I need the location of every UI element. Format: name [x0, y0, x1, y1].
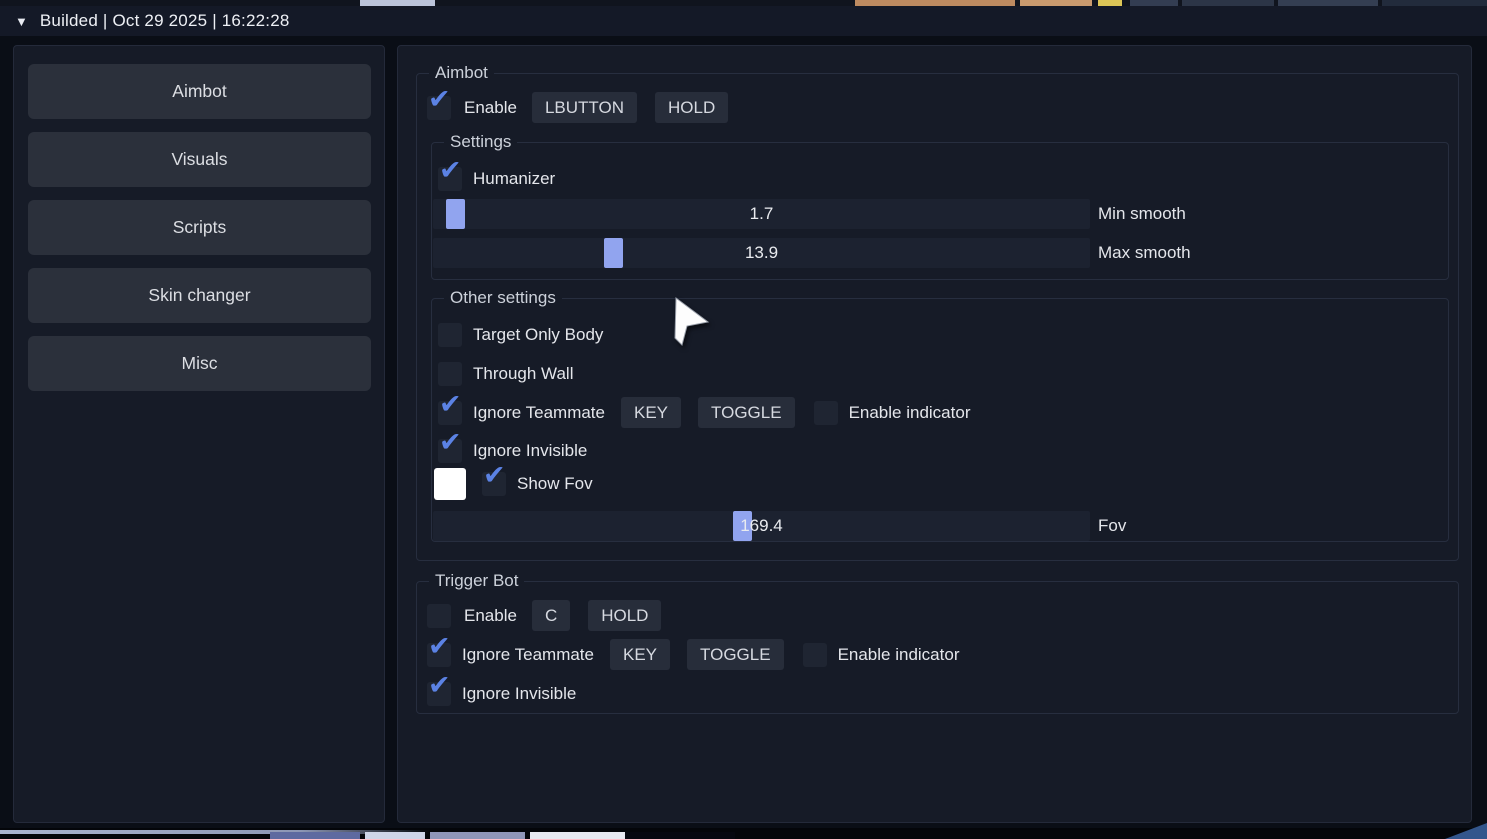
- show-fov-row: ✔ Show Fov: [434, 467, 593, 501]
- trigger-ignore-teammate-label: Ignore Teammate: [462, 645, 594, 665]
- trigger-keybind-button[interactable]: C: [532, 600, 570, 631]
- game-pixels: [625, 832, 735, 839]
- max-smooth-slider[interactable]: 13.9: [433, 238, 1090, 268]
- show-fov-label: Show Fov: [517, 474, 593, 494]
- fov-slider-row: 169.4 Fov: [433, 511, 1126, 541]
- fov-value: 169.4: [433, 511, 1090, 541]
- fov-slider[interactable]: 169.4: [433, 511, 1090, 541]
- trigger-enable-checkbox[interactable]: ✔: [427, 604, 451, 628]
- trigger-bot-group-legend: Trigger Bot: [429, 571, 524, 591]
- sidebar-item-misc[interactable]: Misc: [28, 336, 371, 391]
- game-pixels: [270, 832, 360, 839]
- ignore-teammate-label: Ignore Teammate: [473, 403, 605, 423]
- check-icon: ✔: [483, 462, 506, 489]
- game-background-bottom: [0, 828, 1487, 839]
- aimbot-ignore-teammate-row: ✔ Ignore Teammate KEY TOGGLE ✔ Enable in…: [438, 397, 970, 428]
- trigger-enable-row: ✔ Enable C HOLD: [427, 600, 661, 631]
- min-smooth-label: Min smooth: [1098, 204, 1186, 224]
- enable-indicator-checkbox[interactable]: ✔: [814, 401, 838, 425]
- min-smooth-slider[interactable]: 1.7: [433, 199, 1090, 229]
- check-icon: ✔: [439, 157, 462, 184]
- check-icon: ✔: [428, 672, 451, 699]
- show-fov-checkbox[interactable]: ✔: [482, 472, 506, 496]
- sidebar-item-scripts[interactable]: Scripts: [28, 200, 371, 255]
- target-only-body-row: ✔ Target Only Body: [438, 319, 603, 350]
- collapse-caret-icon[interactable]: ▼: [15, 14, 28, 29]
- trigger-ignore-invisible-row: ✔ Ignore Invisible: [427, 678, 576, 709]
- cheat-menu-screen: ▼ Builded | Oct 29 2025 | 16:22:28 Aimbo…: [0, 0, 1487, 839]
- other-settings-group-legend: Other settings: [444, 288, 562, 308]
- trigger-keymode-button[interactable]: HOLD: [588, 600, 661, 631]
- ignore-teammate-keymode-button[interactable]: TOGGLE: [698, 397, 795, 428]
- check-icon: ✔: [428, 633, 451, 660]
- through-wall-checkbox[interactable]: ✔: [438, 362, 462, 386]
- check-icon: ✔: [439, 429, 462, 456]
- trigger-enable-indicator-checkbox[interactable]: ✔: [803, 643, 827, 667]
- check-icon: ✔: [439, 391, 462, 418]
- trigger-ignore-teammate-keymode-button[interactable]: TOGGLE: [687, 639, 784, 670]
- min-smooth-slider-row: 1.7 Min smooth: [433, 199, 1186, 229]
- ignore-teammate-checkbox[interactable]: ✔: [438, 401, 462, 425]
- aimbot-group-legend: Aimbot: [429, 63, 494, 83]
- ignore-invisible-label: Ignore Invisible: [473, 441, 587, 461]
- humanizer-label: Humanizer: [473, 169, 555, 189]
- trigger-enable-label: Enable: [464, 606, 517, 626]
- fov-label: Fov: [1098, 516, 1126, 536]
- min-smooth-slider-thumb[interactable]: [446, 199, 465, 229]
- window-title: Builded | Oct 29 2025 | 16:22:28: [40, 11, 290, 31]
- other-settings-group: Other settings ✔ Target Only Body ✔ Thro…: [431, 298, 1449, 542]
- max-smooth-label: Max smooth: [1098, 243, 1191, 263]
- trigger-ignore-invisible-checkbox[interactable]: ✔: [427, 682, 451, 706]
- game-pixels: [1445, 823, 1487, 839]
- trigger-ignore-teammate-keybind-button[interactable]: KEY: [610, 639, 670, 670]
- trigger-ignore-teammate-row: ✔ Ignore Teammate KEY TOGGLE ✔ Enable in…: [427, 639, 959, 670]
- check-icon: ✔: [428, 86, 451, 113]
- max-smooth-slider-thumb[interactable]: [604, 238, 623, 268]
- aimbot-enable-label: Enable: [464, 98, 517, 118]
- sidebar-item-aimbot[interactable]: Aimbot: [28, 64, 371, 119]
- sidebar-item-visuals[interactable]: Visuals: [28, 132, 371, 187]
- aimbot-keymode-button[interactable]: HOLD: [655, 92, 728, 123]
- aimbot-ignore-invisible-row: ✔ Ignore Invisible: [438, 435, 587, 466]
- max-smooth-slider-row: 13.9 Max smooth: [433, 238, 1191, 268]
- max-smooth-value: 13.9: [433, 238, 1090, 268]
- trigger-enable-indicator-label: Enable indicator: [838, 645, 960, 665]
- sidebar-item-skin-changer[interactable]: Skin changer: [28, 268, 371, 323]
- target-only-body-checkbox[interactable]: ✔: [438, 323, 462, 347]
- title-bar: ▼ Builded | Oct 29 2025 | 16:22:28: [0, 6, 1487, 36]
- aimbot-enable-checkbox[interactable]: ✔: [427, 96, 451, 120]
- humanizer-row: ✔ Humanizer: [438, 163, 555, 194]
- ignore-invisible-checkbox[interactable]: ✔: [438, 439, 462, 463]
- humanizer-checkbox[interactable]: ✔: [438, 167, 462, 191]
- aimbot-keybind-button[interactable]: LBUTTON: [532, 92, 637, 123]
- target-only-body-label: Target Only Body: [473, 325, 603, 345]
- min-smooth-value: 1.7: [433, 199, 1090, 229]
- through-wall-label: Through Wall: [473, 364, 573, 384]
- enable-indicator-label: Enable indicator: [849, 403, 971, 423]
- game-pixels: [430, 832, 525, 839]
- trigger-ignore-invisible-label: Ignore Invisible: [462, 684, 576, 704]
- aimbot-group: Aimbot ✔ Enable LBUTTON HOLD Settings ✔ …: [416, 73, 1459, 561]
- trigger-ignore-teammate-checkbox[interactable]: ✔: [427, 643, 451, 667]
- fov-slider-thumb[interactable]: [733, 511, 752, 541]
- through-wall-row: ✔ Through Wall: [438, 358, 573, 389]
- settings-group-legend: Settings: [444, 132, 517, 152]
- game-pixels: [530, 832, 625, 839]
- fov-color-swatch[interactable]: [434, 468, 466, 500]
- trigger-bot-group: Trigger Bot ✔ Enable C HOLD ✔ Ignore Tea…: [416, 581, 1459, 714]
- settings-group: Settings ✔ Humanizer 1.7 Min smooth: [431, 142, 1449, 280]
- aimbot-enable-row: ✔ Enable LBUTTON HOLD: [427, 92, 728, 123]
- main-panel: Aimbot ✔ Enable LBUTTON HOLD Settings ✔ …: [397, 45, 1472, 823]
- ignore-teammate-keybind-button[interactable]: KEY: [621, 397, 681, 428]
- sidebar: Aimbot Visuals Scripts Skin changer Misc: [13, 45, 385, 823]
- game-pixels: [365, 832, 425, 839]
